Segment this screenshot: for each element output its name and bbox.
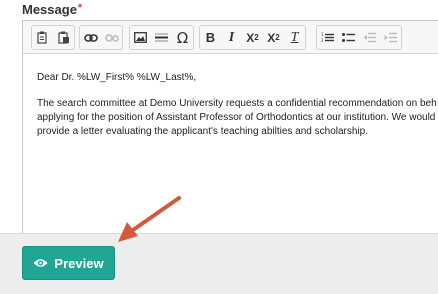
subscript-mark: 2 — [254, 33, 259, 42]
toolbar-group-insert: Ω — [129, 25, 194, 50]
required-marker: * — [77, 2, 83, 14]
letter-body-line: The search committee at Demo University … — [37, 98, 437, 109]
decrease-indent-icon[interactable] — [359, 27, 380, 48]
paste-from-word-icon[interactable] — [53, 27, 74, 48]
rich-text-editor[interactable]: Ω B I X2 X2 T 12 Dear Dr. %LW_First% %LW… — [22, 20, 438, 234]
svg-text:1: 1 — [321, 32, 324, 37]
bold-icon[interactable]: B — [200, 27, 221, 48]
special-character-icon[interactable]: Ω — [172, 27, 193, 48]
superscript-mark: 2 — [275, 33, 280, 42]
message-label-text: Message — [22, 2, 77, 17]
increase-indent-icon[interactable] — [380, 27, 401, 48]
toolbar-group-clipboard — [31, 25, 75, 50]
preview-button-label: Preview — [54, 255, 104, 271]
subscript-base: X — [246, 30, 255, 45]
toolbar-group-format: B I X2 X2 T — [199, 25, 306, 50]
superscript-icon[interactable]: X2 — [263, 27, 284, 48]
editor-content-area[interactable]: Dear Dr. %LW_First% %LW_Last%, The searc… — [37, 71, 438, 139]
horizontal-line-icon[interactable] — [151, 27, 172, 48]
bulleted-list-icon[interactable] — [338, 27, 359, 48]
paste-icon[interactable] — [32, 27, 53, 48]
subscript-icon[interactable]: X2 — [242, 27, 263, 48]
preview-button[interactable]: Preview — [22, 246, 115, 280]
svg-text:2: 2 — [321, 38, 324, 43]
numbered-list-icon[interactable]: 12 — [317, 27, 338, 48]
remove-format-icon[interactable]: T — [284, 27, 305, 48]
eye-icon — [33, 256, 48, 271]
letter-body-line: applying for the position of Assistant P… — [37, 112, 436, 123]
letter-greeting: Dear Dr. %LW_First% %LW_Last%, — [37, 72, 197, 83]
letter-body-line: provide a letter evaluating the applican… — [37, 126, 369, 137]
unlink-icon[interactable] — [101, 27, 122, 48]
toolbar-group-links — [79, 25, 123, 50]
message-label: Message* — [22, 2, 82, 17]
superscript-base: X — [267, 30, 276, 45]
toolbar-group-lists: 12 — [316, 25, 402, 50]
link-icon[interactable] — [80, 27, 101, 48]
editor-toolbar: Ω B I X2 X2 T 12 — [23, 21, 438, 54]
italic-icon[interactable]: I — [221, 27, 242, 48]
image-icon[interactable] — [130, 27, 151, 48]
